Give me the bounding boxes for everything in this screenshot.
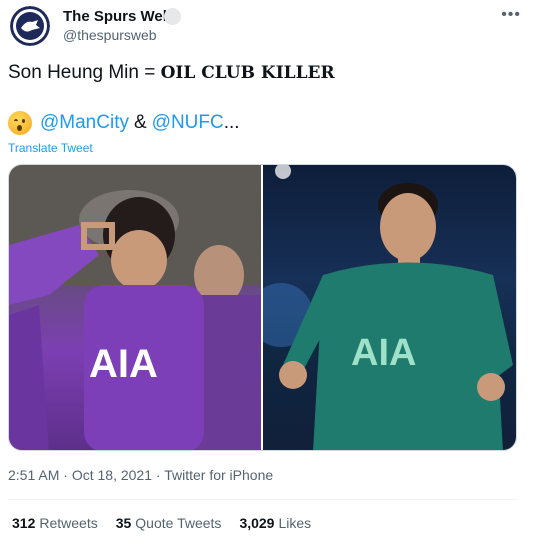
- svg-text:AIA: AIA: [351, 332, 416, 374]
- likes-label: Likes: [278, 515, 312, 531]
- more-icon[interactable]: •••: [501, 6, 521, 24]
- tweet-time[interactable]: 2:51 AM: [8, 467, 59, 483]
- retweets-label: Retweets: [39, 515, 98, 531]
- tweet-text-prefix: Son Heung Min =: [8, 62, 161, 83]
- tweet-date[interactable]: Oct 18, 2021: [72, 467, 152, 483]
- tweet-text-line2: @ManCity & @NUFC ...: [8, 111, 240, 135]
- likes-count: 3,029: [239, 515, 275, 531]
- author-name[interactable]: The Spurs Web: [63, 8, 172, 25]
- retweets-count: 312: [12, 515, 36, 531]
- tweet-media: AIA AIA: [8, 164, 517, 451]
- winking-face-icon: [8, 111, 32, 135]
- ellipsis: ...: [223, 112, 240, 133]
- quote-tweets-stat[interactable]: 35 Quote Tweets: [116, 515, 222, 531]
- likes-stat[interactable]: 3,029 Likes: [239, 515, 311, 531]
- mention-mancity[interactable]: @ManCity: [40, 112, 129, 134]
- divider: [8, 499, 517, 500]
- author-handle[interactable]: @thespursweb: [63, 27, 157, 43]
- svg-text:AIA: AIA: [89, 342, 158, 386]
- tweet-text-line1: Son Heung Min = OIL CLUB KILLER: [8, 62, 335, 84]
- photo-celebration-green[interactable]: AIA: [263, 165, 516, 450]
- tweet-header: The Spurs Web @thespursweb •••: [8, 6, 525, 46]
- translate-tweet-link[interactable]: Translate Tweet: [8, 141, 93, 155]
- separator: ·: [63, 467, 68, 483]
- avatar[interactable]: [10, 6, 50, 46]
- quote-tweets-label: Quote Tweets: [135, 515, 222, 531]
- photo-celebration-purple[interactable]: AIA: [9, 165, 261, 450]
- badge-icon: [164, 8, 181, 25]
- tweet-source[interactable]: Twitter for iPhone: [164, 467, 273, 483]
- mention-nufc[interactable]: @NUFC: [152, 112, 224, 134]
- tweet-stats: 312 Retweets 35 Quote Tweets 3,029 Likes: [12, 515, 329, 531]
- separator: ·: [155, 467, 161, 483]
- tweet-text-emphasis: OIL CLUB KILLER: [160, 63, 335, 83]
- tweet-timestamp: 2:51 AM · Oct 18, 2021 · Twitter for iPh…: [8, 467, 273, 483]
- retweets-stat[interactable]: 312 Retweets: [12, 515, 98, 531]
- quote-tweets-count: 35: [115, 515, 132, 531]
- ampersand: &: [133, 112, 147, 133]
